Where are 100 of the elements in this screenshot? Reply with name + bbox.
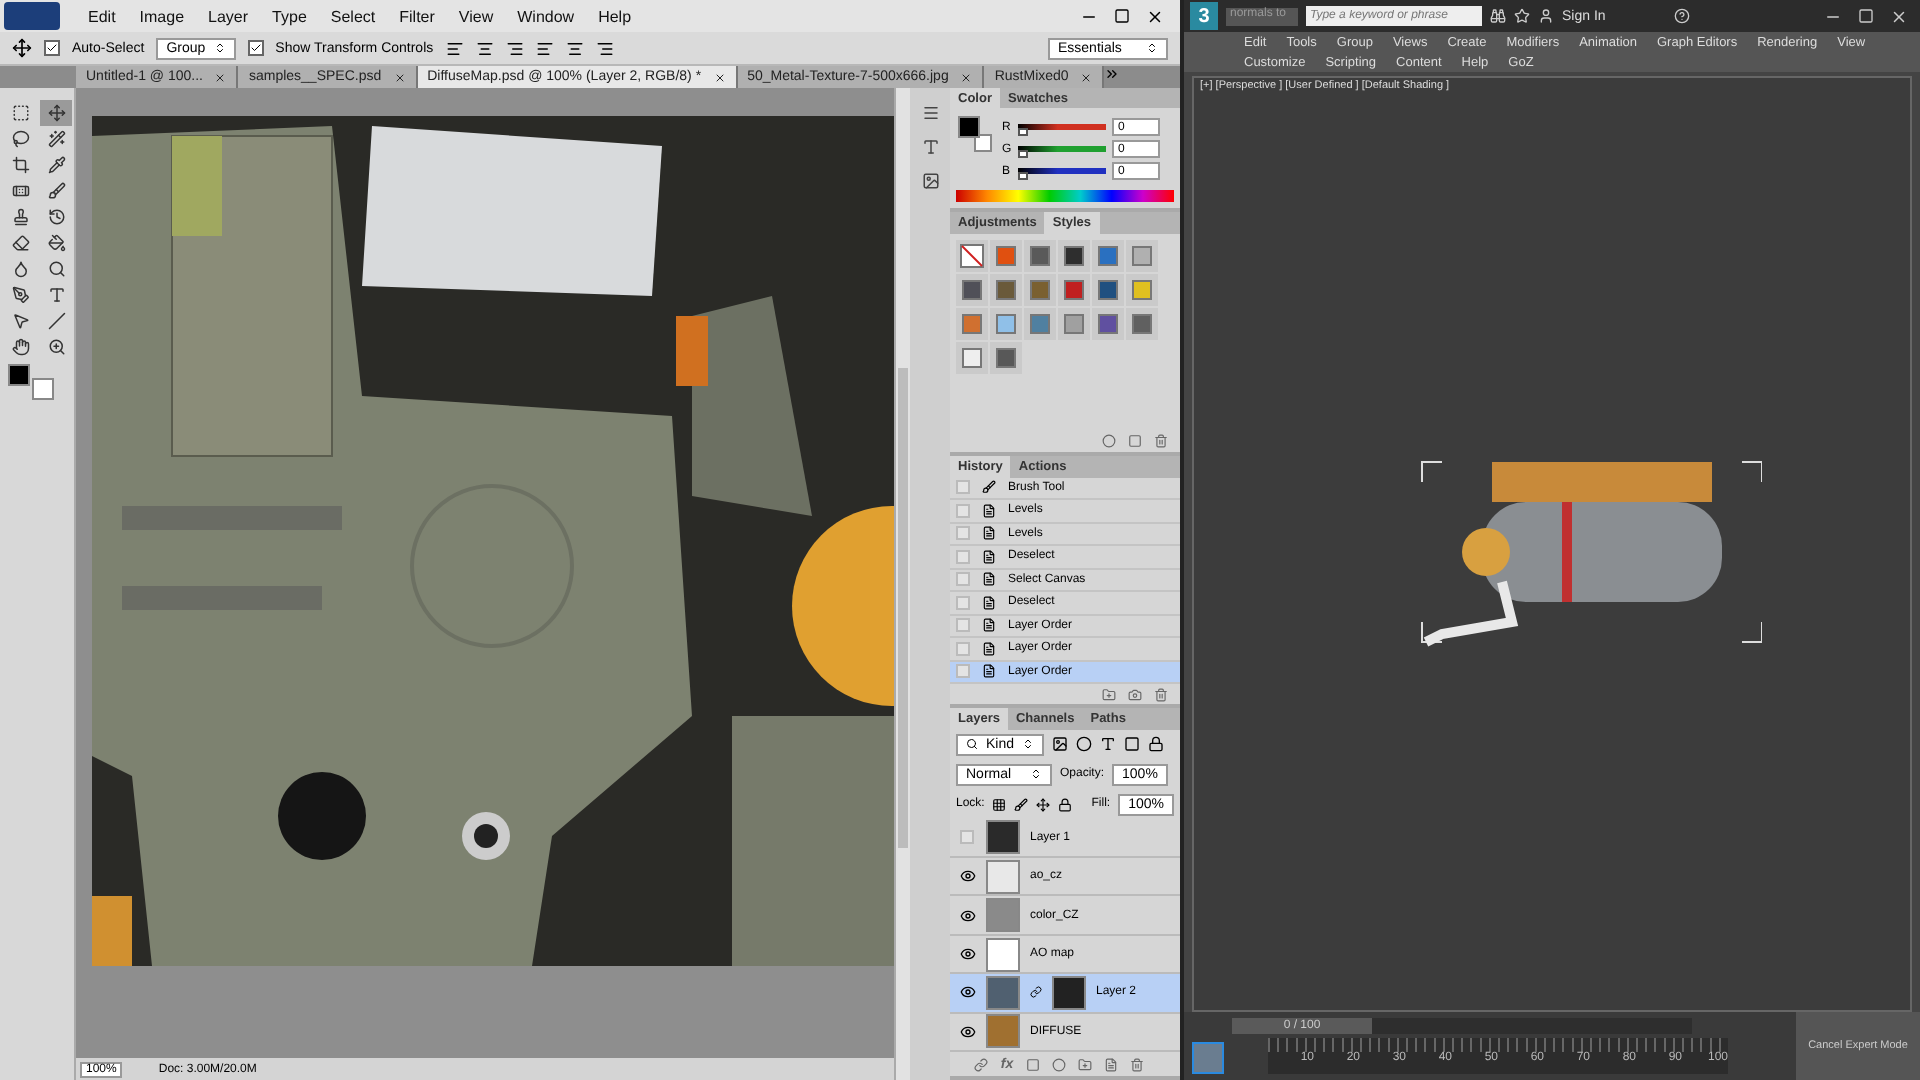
style-swatch[interactable] <box>956 342 988 374</box>
color-spectrum[interactable] <box>956 190 1174 202</box>
brush-icon[interactable] <box>1014 797 1029 812</box>
mask-icon[interactable] <box>1025 1057 1040 1072</box>
lock-icon[interactable] <box>1058 797 1073 812</box>
hand-tool-icon <box>11 338 29 356</box>
history-tool-icon <box>47 208 65 226</box>
star-icon[interactable] <box>1514 8 1530 24</box>
close-icon[interactable] <box>393 71 406 83</box>
maximize-icon[interactable] <box>1114 7 1130 23</box>
background-color-swatch[interactable] <box>32 378 54 400</box>
style-swatch[interactable] <box>990 274 1022 306</box>
style-swatch[interactable] <box>1126 240 1158 272</box>
slider-thumb[interactable] <box>1018 172 1028 181</box>
menu-item[interactable]: Image <box>139 7 185 25</box>
style-swatch[interactable] <box>1024 274 1056 306</box>
circle-icon[interactable] <box>1076 736 1093 753</box>
close-icon[interactable] <box>1080 71 1093 83</box>
menu-item[interactable]: Window <box>517 7 575 25</box>
tool-button[interactable] <box>40 100 72 126</box>
eye-icon[interactable] <box>959 1023 975 1040</box>
lock-icon[interactable] <box>1148 736 1165 753</box>
eye-icon[interactable] <box>959 868 975 885</box>
color-slider[interactable] <box>1018 124 1106 131</box>
eye-icon[interactable] <box>959 946 975 963</box>
new-style-icon[interactable] <box>1128 434 1142 448</box>
foreground-color-swatch[interactable] <box>8 364 30 386</box>
trash-icon[interactable] <box>1129 1057 1144 1072</box>
square-icon[interactable] <box>1124 736 1141 753</box>
menu-item[interactable]: View <box>458 7 494 25</box>
style-swatch[interactable] <box>990 240 1022 272</box>
style-swatch[interactable] <box>1058 240 1090 272</box>
trash-icon[interactable] <box>1154 434 1168 448</box>
visibility-toggle[interactable] <box>960 830 974 845</box>
menu-item[interactable]: Help <box>598 7 632 25</box>
trash-icon[interactable] <box>1154 687 1168 701</box>
more-tabs-icon[interactable] <box>1104 66 1121 82</box>
type-tool-icon <box>47 286 65 304</box>
style-swatch[interactable] <box>956 240 988 272</box>
eye-icon[interactable] <box>959 907 975 924</box>
move-tool-icon[interactable] <box>12 38 32 58</box>
menu-item[interactable]: Type <box>272 7 307 25</box>
close-icon[interactable] <box>960 71 973 83</box>
scrollbar-thumb[interactable] <box>898 368 908 848</box>
image-icon[interactable] <box>1052 736 1069 753</box>
style-swatch[interactable] <box>990 308 1022 340</box>
style-swatch[interactable] <box>1092 240 1124 272</box>
adjustment-icon[interactable] <box>1051 1057 1066 1072</box>
folder-icon[interactable] <box>1077 1057 1092 1072</box>
menu-item[interactable]: Filter <box>399 7 435 25</box>
align-center-icon[interactable] <box>475 39 494 57</box>
user-icon[interactable] <box>1538 8 1554 24</box>
menu-item[interactable]: Edit <box>88 7 116 25</box>
close-icon[interactable] <box>713 71 726 83</box>
checkbox[interactable] <box>247 40 264 56</box>
slider-thumb[interactable] <box>1018 128 1028 137</box>
style-swatch[interactable] <box>1024 308 1056 340</box>
link-icon[interactable] <box>974 1057 989 1072</box>
binoculars-icon[interactable] <box>1490 8 1506 24</box>
style-swatch[interactable] <box>1092 308 1124 340</box>
style-swatch[interactable] <box>956 308 988 340</box>
style-swatch[interactable] <box>1092 274 1124 306</box>
style-swatch[interactable] <box>1024 240 1056 272</box>
search-icon <box>966 738 978 751</box>
close-icon[interactable] <box>214 71 227 83</box>
style-swatch[interactable] <box>990 342 1022 374</box>
align-right-icon[interactable] <box>505 39 524 57</box>
eraser-tool-icon <box>11 234 29 252</box>
menu-item[interactable]: Layer <box>208 7 249 25</box>
style-swatch[interactable] <box>1126 308 1158 340</box>
move-icon[interactable] <box>1036 797 1051 812</box>
background-color-swatch[interactable] <box>974 134 992 153</box>
eye-icon[interactable] <box>959 984 975 1001</box>
clear-style-icon[interactable] <box>1102 434 1116 448</box>
color-slider[interactable] <box>1018 168 1106 175</box>
app-logo[interactable]: 3 <box>1190 2 1218 30</box>
crop-tool-icon <box>11 156 29 174</box>
style-swatch[interactable] <box>1058 308 1090 340</box>
menu-item[interactable]: Select <box>330 7 376 25</box>
align-left-icon[interactable] <box>445 39 464 57</box>
foreground-color-swatch[interactable] <box>958 116 980 139</box>
style-swatch[interactable] <box>956 274 988 306</box>
help-icon[interactable] <box>1673 8 1690 24</box>
slider-thumb[interactable] <box>1018 150 1028 159</box>
align-right-icon[interactable] <box>595 39 614 57</box>
wand-tool-icon <box>47 130 65 148</box>
style-swatch[interactable] <box>1126 274 1158 306</box>
align-left-icon[interactable] <box>535 39 554 57</box>
align-center-icon[interactable] <box>565 39 584 57</box>
checkbox[interactable] <box>44 40 60 56</box>
new-layer-icon[interactable] <box>1103 1057 1118 1072</box>
panel-menu-icon[interactable] <box>921 104 939 122</box>
camera-icon[interactable] <box>1128 687 1142 701</box>
image-icon[interactable] <box>921 172 939 190</box>
style-swatch[interactable] <box>1058 274 1090 306</box>
color-slider[interactable] <box>1018 146 1106 153</box>
type-icon[interactable] <box>1100 736 1117 753</box>
close-icon[interactable] <box>1146 7 1164 25</box>
document-icon <box>982 664 996 679</box>
grid-icon[interactable] <box>992 797 1007 812</box>
